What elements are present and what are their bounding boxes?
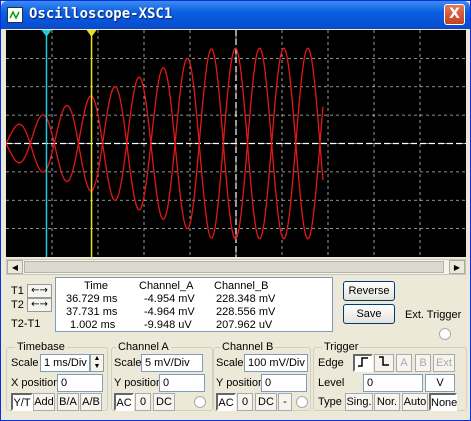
channel-a-ypos-label: Y position (114, 377, 163, 389)
scroll-thumb[interactable] (24, 261, 444, 273)
t2-label: T2 (11, 299, 24, 311)
row2-channel-a: -4.964 mV (144, 306, 195, 318)
timebase-title: Timebase (15, 341, 67, 353)
scroll-left-arrow[interactable]: ◀ (7, 260, 23, 274)
t2-t1-label: T2-T1 (11, 318, 41, 330)
close-button[interactable]: X (444, 4, 465, 25)
timebase-xpos-label: X position (11, 377, 60, 389)
channel-a-scale-field[interactable]: 5 mV/Div (141, 354, 203, 372)
channel-b-ac-button[interactable]: AC (216, 393, 236, 411)
waveform-display (5, 30, 466, 257)
falling-edge-icon (379, 356, 389, 366)
cursor-readout-table: Time Channel_A Channel_B 36.729 ms -4.95… (55, 277, 333, 332)
channel-a-scale-label: Scale (114, 357, 142, 369)
row3-channel-b: 207.962 uV (216, 319, 273, 331)
trigger-a-button[interactable]: A (396, 354, 412, 372)
timebase-scale-field[interactable]: 1 ms/Div (40, 354, 90, 372)
trigger-level-label: Level (318, 377, 345, 389)
oscilloscope-icon (7, 7, 23, 23)
channel-a-ac-button[interactable]: AC (114, 393, 134, 411)
cursor-t1-handle (41, 30, 52, 37)
timebase-scale-label: Scale (11, 357, 39, 369)
row1-time: 36.729 ms (66, 293, 118, 305)
reverse-button[interactable]: Reverse (343, 281, 395, 301)
mode-ba-button[interactable]: B/A (57, 393, 79, 411)
timebase-scale-spinner[interactable]: ▲ ▼ (90, 354, 104, 372)
row1-channel-a: -4.954 mV (144, 293, 195, 305)
mode-add-button[interactable]: Add (33, 393, 55, 411)
trigger-type-label: Type (318, 396, 342, 408)
trigger-title: Trigger (322, 341, 361, 353)
rising-edge-icon (358, 357, 368, 367)
channel-a-ypos-field[interactable]: 0 (159, 374, 205, 392)
oscilloscope-screen (5, 30, 466, 257)
channel-b-scale-field[interactable]: 100 mV/Div (244, 354, 308, 372)
channel-b-dc-button[interactable]: DC (255, 393, 277, 411)
arrow-left-icon[interactable]: ← (31, 299, 39, 310)
mode-ab-button[interactable]: A/B (80, 393, 102, 411)
channel-b-scale-label: Scale (216, 357, 244, 369)
row2-time: 37.731 ms (66, 306, 118, 318)
timebase-xpos-field[interactable]: 0 (57, 374, 103, 392)
scroll-right-arrow[interactable]: ▶ (449, 260, 465, 274)
screen-scrollbar[interactable]: ◀ ▶ (6, 259, 466, 275)
trigger-level-field[interactable]: 0 (363, 374, 423, 392)
channel-b-invert-button[interactable]: - (278, 393, 292, 411)
cursor-t2-handle (86, 30, 97, 37)
trigger-ext-button[interactable]: Ext (433, 354, 455, 372)
t1-move-buttons[interactable]: ←→ (27, 284, 52, 298)
trigger-normal-button[interactable]: Nor. (374, 393, 400, 411)
channel-b-ypos-field[interactable]: 0 (261, 374, 307, 392)
oscilloscope-window: Oscilloscope-XSC1 X ◀ ▶ T1 ←→ T2 ←→ T2-T… (0, 0, 471, 421)
channel-a-terminal[interactable] (194, 396, 206, 408)
header-time: Time (84, 280, 109, 292)
t2-move-buttons[interactable]: ←→ (27, 298, 52, 312)
row1-channel-b: 228.348 mV (216, 293, 276, 305)
title-bar[interactable]: Oscilloscope-XSC1 X (1, 1, 470, 29)
arrow-left-icon[interactable]: ← (31, 285, 39, 296)
t1-label: T1 (11, 285, 24, 297)
row3-channel-a: -9.948 uV (144, 319, 192, 331)
trigger-level-unit[interactable]: V (425, 374, 455, 392)
header-channel-a: Channel_A (139, 280, 194, 292)
trigger-single-button[interactable]: Sing. (345, 393, 373, 411)
ext-trigger-label: Ext. Trigger (405, 309, 462, 321)
trigger-auto-button[interactable]: Auto (402, 393, 428, 411)
row2-channel-b: 228.556 mV (216, 306, 276, 318)
channel-a-title: Channel A (116, 341, 171, 353)
channel-b-title: Channel B (220, 341, 276, 353)
window-title: Oscilloscope-XSC1 (29, 6, 173, 22)
channel-b-terminal[interactable] (296, 396, 308, 408)
save-button[interactable]: Save (343, 304, 395, 324)
trigger-edge-label: Edge (318, 357, 344, 369)
rising-edge-button[interactable] (353, 354, 373, 372)
header-channel-b: Channel_B (214, 280, 269, 292)
ext-trigger-terminal[interactable] (439, 328, 451, 340)
channel-a-zero-button[interactable]: 0 (135, 393, 151, 411)
channel-b-ypos-label: Y position (216, 377, 265, 389)
falling-edge-button[interactable] (374, 354, 394, 372)
trigger-none-button[interactable]: None (429, 393, 457, 411)
channel-b-zero-button[interactable]: 0 (237, 393, 253, 411)
arrow-right-icon[interactable]: → (40, 285, 48, 296)
arrow-right-icon[interactable]: → (40, 299, 48, 310)
channel-a-dc-button[interactable]: DC (153, 393, 175, 411)
mode-yt-button[interactable]: Y/T (11, 393, 33, 411)
trigger-b-button[interactable]: B (415, 354, 431, 372)
row3-time: 1.002 ms (70, 319, 116, 331)
